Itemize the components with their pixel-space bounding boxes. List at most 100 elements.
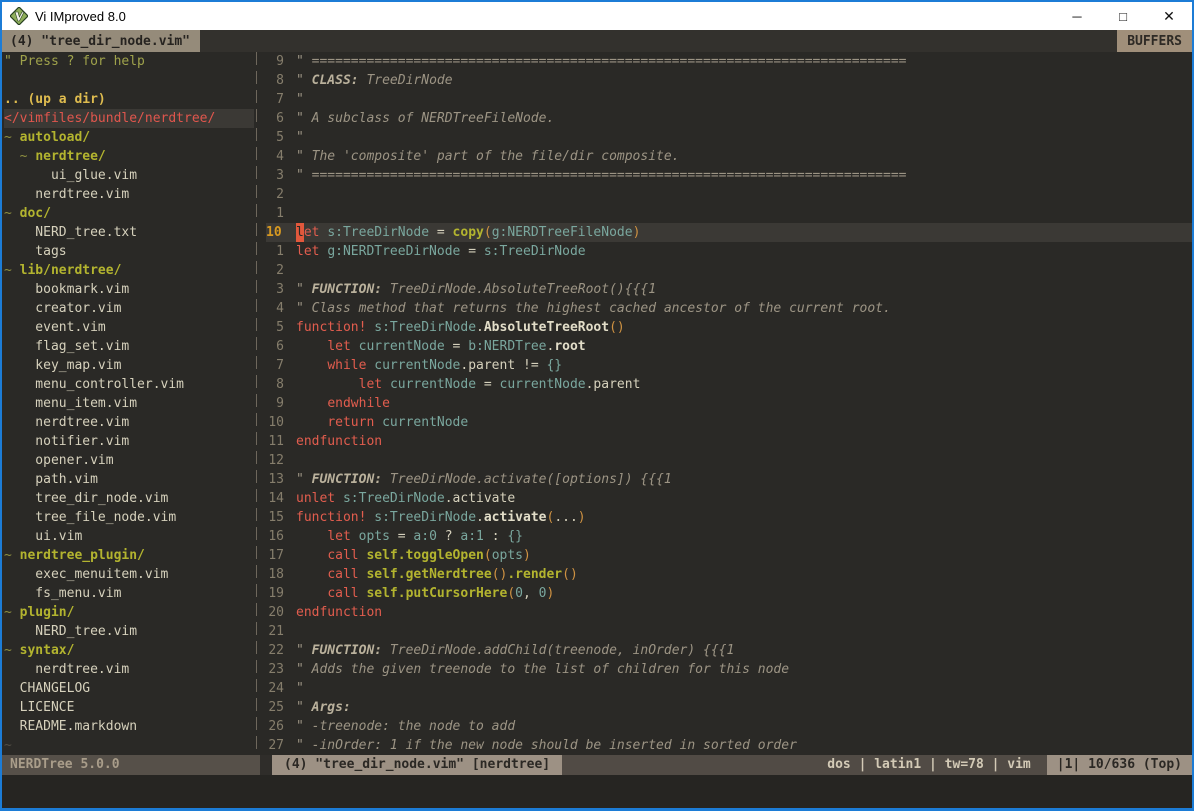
code-line[interactable]: 14unlet s:TreeDirNode.activate bbox=[266, 489, 1192, 508]
code-line[interactable]: 25" Args: bbox=[266, 698, 1192, 717]
command-line[interactable] bbox=[2, 775, 1192, 808]
code-line[interactable]: 18 call self.getNerdtree().render() bbox=[266, 565, 1192, 584]
tree-item[interactable]: path.vim bbox=[4, 470, 254, 489]
tree-up-a-dir[interactable]: .. (up a dir) bbox=[4, 90, 254, 109]
nerdtree-panel[interactable]: " Press ? for help .. (up a dir) </vimfile… bbox=[2, 52, 254, 755]
code-line[interactable]: 19 call self.putCursorHere(0, 0) bbox=[266, 584, 1192, 603]
tree-item[interactable]: ~ bbox=[4, 736, 254, 755]
code-line[interactable]: 9 endwhile bbox=[266, 394, 1192, 413]
code-line[interactable]: 11endfunction bbox=[266, 432, 1192, 451]
tree-item[interactable]: README.markdown bbox=[4, 717, 254, 736]
tree-item[interactable]: bookmark.vim bbox=[4, 280, 254, 299]
token: function! bbox=[296, 508, 366, 527]
token: flag_set.vim bbox=[4, 339, 129, 354]
token: ) bbox=[633, 223, 641, 242]
code-line[interactable]: 26" -treenode: the node to add bbox=[266, 717, 1192, 736]
code-line[interactable]: 5function! s:TreeDirNode.AbsoluteTreeRoo… bbox=[266, 318, 1192, 337]
tree-item[interactable]: flag_set.vim bbox=[4, 337, 254, 356]
close-button[interactable]: ✕ bbox=[1146, 2, 1192, 30]
tree-item[interactable]: creator.vim bbox=[4, 299, 254, 318]
gutter-gap bbox=[284, 337, 296, 356]
token: let bbox=[327, 527, 350, 546]
code-line[interactable]: 3" FUNCTION: TreeDirNode.AbsoluteTreeRoo… bbox=[266, 280, 1192, 299]
token: call bbox=[327, 546, 358, 565]
token: ~ bbox=[4, 643, 20, 658]
line-number: 8 bbox=[266, 375, 284, 394]
tree-item[interactable]: " Press ? for help bbox=[4, 52, 254, 71]
code-line[interactable]: 13" FUNCTION: TreeDirNode.activate([opti… bbox=[266, 470, 1192, 489]
token: CHANGELOG bbox=[4, 681, 90, 696]
tree-item[interactable]: nerdtree.vim bbox=[4, 413, 254, 432]
tree-item[interactable]: ~ nerdtree_plugin/ bbox=[4, 546, 254, 565]
token: endfunction bbox=[296, 603, 382, 622]
code-line[interactable]: 4" Class method that returns the highest… bbox=[266, 299, 1192, 318]
code-line[interactable]: 17 call self.toggleOpen(opts) bbox=[266, 546, 1192, 565]
tree-item[interactable]: ~ doc/ bbox=[4, 204, 254, 223]
tree-root-path[interactable]: </vimfiles/bundle/nerdtree/ bbox=[4, 109, 254, 128]
token: path.vim bbox=[4, 472, 98, 487]
code-line[interactable]: 10let s:TreeDirNode = copy(g:NERDTreeFil… bbox=[266, 223, 1192, 242]
code-line[interactable]: 6 let currentNode = b:NERDTree.root bbox=[266, 337, 1192, 356]
tree-item[interactable]: fs_menu.vim bbox=[4, 584, 254, 603]
code-line[interactable]: 12 bbox=[266, 451, 1192, 470]
window-separator[interactable] bbox=[254, 52, 266, 755]
code-line[interactable]: 6" A subclass of NERDTreeFileNode. bbox=[266, 109, 1192, 128]
code-line[interactable]: 10 return currentNode bbox=[266, 413, 1192, 432]
code-line[interactable]: 24" bbox=[266, 679, 1192, 698]
token: autoload/ bbox=[20, 130, 90, 145]
tree-item[interactable]: ~ syntax/ bbox=[4, 641, 254, 660]
code-line[interactable]: 8" CLASS: TreeDirNode bbox=[266, 71, 1192, 90]
token: " A subclass of NERDTreeFileNode. bbox=[296, 109, 554, 128]
code-line[interactable]: 7" bbox=[266, 90, 1192, 109]
tree-item[interactable]: menu_item.vim bbox=[4, 394, 254, 413]
tree-item[interactable]: ~ plugin/ bbox=[4, 603, 254, 622]
code-line[interactable]: 21 bbox=[266, 622, 1192, 641]
code-line[interactable]: 1let g:NERDTreeDirNode = s:TreeDirNode bbox=[266, 242, 1192, 261]
code-line[interactable]: 5" bbox=[266, 128, 1192, 147]
code-line[interactable]: 23" Adds the given treenode to the list … bbox=[266, 660, 1192, 679]
tree-item[interactable]: ~ lib/nerdtree/ bbox=[4, 261, 254, 280]
tree-item[interactable]: NERD_tree.txt bbox=[4, 223, 254, 242]
tree-item[interactable]: nerdtree.vim bbox=[4, 185, 254, 204]
code-line[interactable]: 4" The 'composite' part of the file/dir … bbox=[266, 147, 1192, 166]
code-line[interactable]: 22" FUNCTION: TreeDirNode.addChild(treen… bbox=[266, 641, 1192, 660]
code-line[interactable]: 9" =====================================… bbox=[266, 52, 1192, 71]
tree-item[interactable]: CHANGELOG bbox=[4, 679, 254, 698]
tree-item[interactable]: event.vim bbox=[4, 318, 254, 337]
tree-item[interactable]: key_map.vim bbox=[4, 356, 254, 375]
tree-item[interactable]: nerdtree.vim bbox=[4, 660, 254, 679]
code-line[interactable]: 7 while currentNode.parent != {} bbox=[266, 356, 1192, 375]
tree-item[interactable]: ui_glue.vim bbox=[4, 166, 254, 185]
tree-item[interactable] bbox=[4, 71, 254, 90]
code-line[interactable]: 2 bbox=[266, 261, 1192, 280]
code-line[interactable]: 20endfunction bbox=[266, 603, 1192, 622]
tree-item[interactable]: menu_controller.vim bbox=[4, 375, 254, 394]
code-line[interactable]: 2 bbox=[266, 185, 1192, 204]
maximize-button[interactable]: □ bbox=[1100, 2, 1146, 30]
code-line[interactable]: 8 let currentNode = currentNode.parent bbox=[266, 375, 1192, 394]
code-line[interactable]: 27" -inOrder: 1 if the new node should b… bbox=[266, 736, 1192, 755]
tree-item[interactable]: LICENCE bbox=[4, 698, 254, 717]
tree-item[interactable]: NERD_tree.vim bbox=[4, 622, 254, 641]
tree-item[interactable]: notifier.vim bbox=[4, 432, 254, 451]
tree-item[interactable]: tree_dir_node.vim bbox=[4, 489, 254, 508]
tree-item[interactable]: exec_menuitem.vim bbox=[4, 565, 254, 584]
tree-item[interactable]: tags bbox=[4, 242, 254, 261]
tabline-fill bbox=[200, 30, 1117, 52]
tree-item[interactable]: ~ autoload/ bbox=[4, 128, 254, 147]
code-editor[interactable]: 9" =====================================… bbox=[266, 52, 1192, 755]
token: </vimfiles/bundle/nerdtree/ bbox=[4, 111, 215, 126]
minimize-button[interactable]: ─ bbox=[1054, 2, 1100, 30]
line-number: 12 bbox=[266, 451, 284, 470]
tab-tree-dir-node[interactable]: (4) "tree_dir_node.vim" bbox=[2, 30, 200, 52]
code-line[interactable]: 16 let opts = a:0 ? a:1 : {} bbox=[266, 527, 1192, 546]
tree-item[interactable]: ui.vim bbox=[4, 527, 254, 546]
token: : bbox=[484, 527, 507, 546]
code-line[interactable]: 15function! s:TreeDirNode.activate(...) bbox=[266, 508, 1192, 527]
token: menu_item.vim bbox=[4, 396, 137, 411]
tree-item[interactable]: opener.vim bbox=[4, 451, 254, 470]
code-line[interactable]: 3" =====================================… bbox=[266, 166, 1192, 185]
code-line[interactable]: 1 bbox=[266, 204, 1192, 223]
tree-item[interactable]: tree_file_node.vim bbox=[4, 508, 254, 527]
tree-item[interactable]: ~ nerdtree/ bbox=[4, 147, 254, 166]
